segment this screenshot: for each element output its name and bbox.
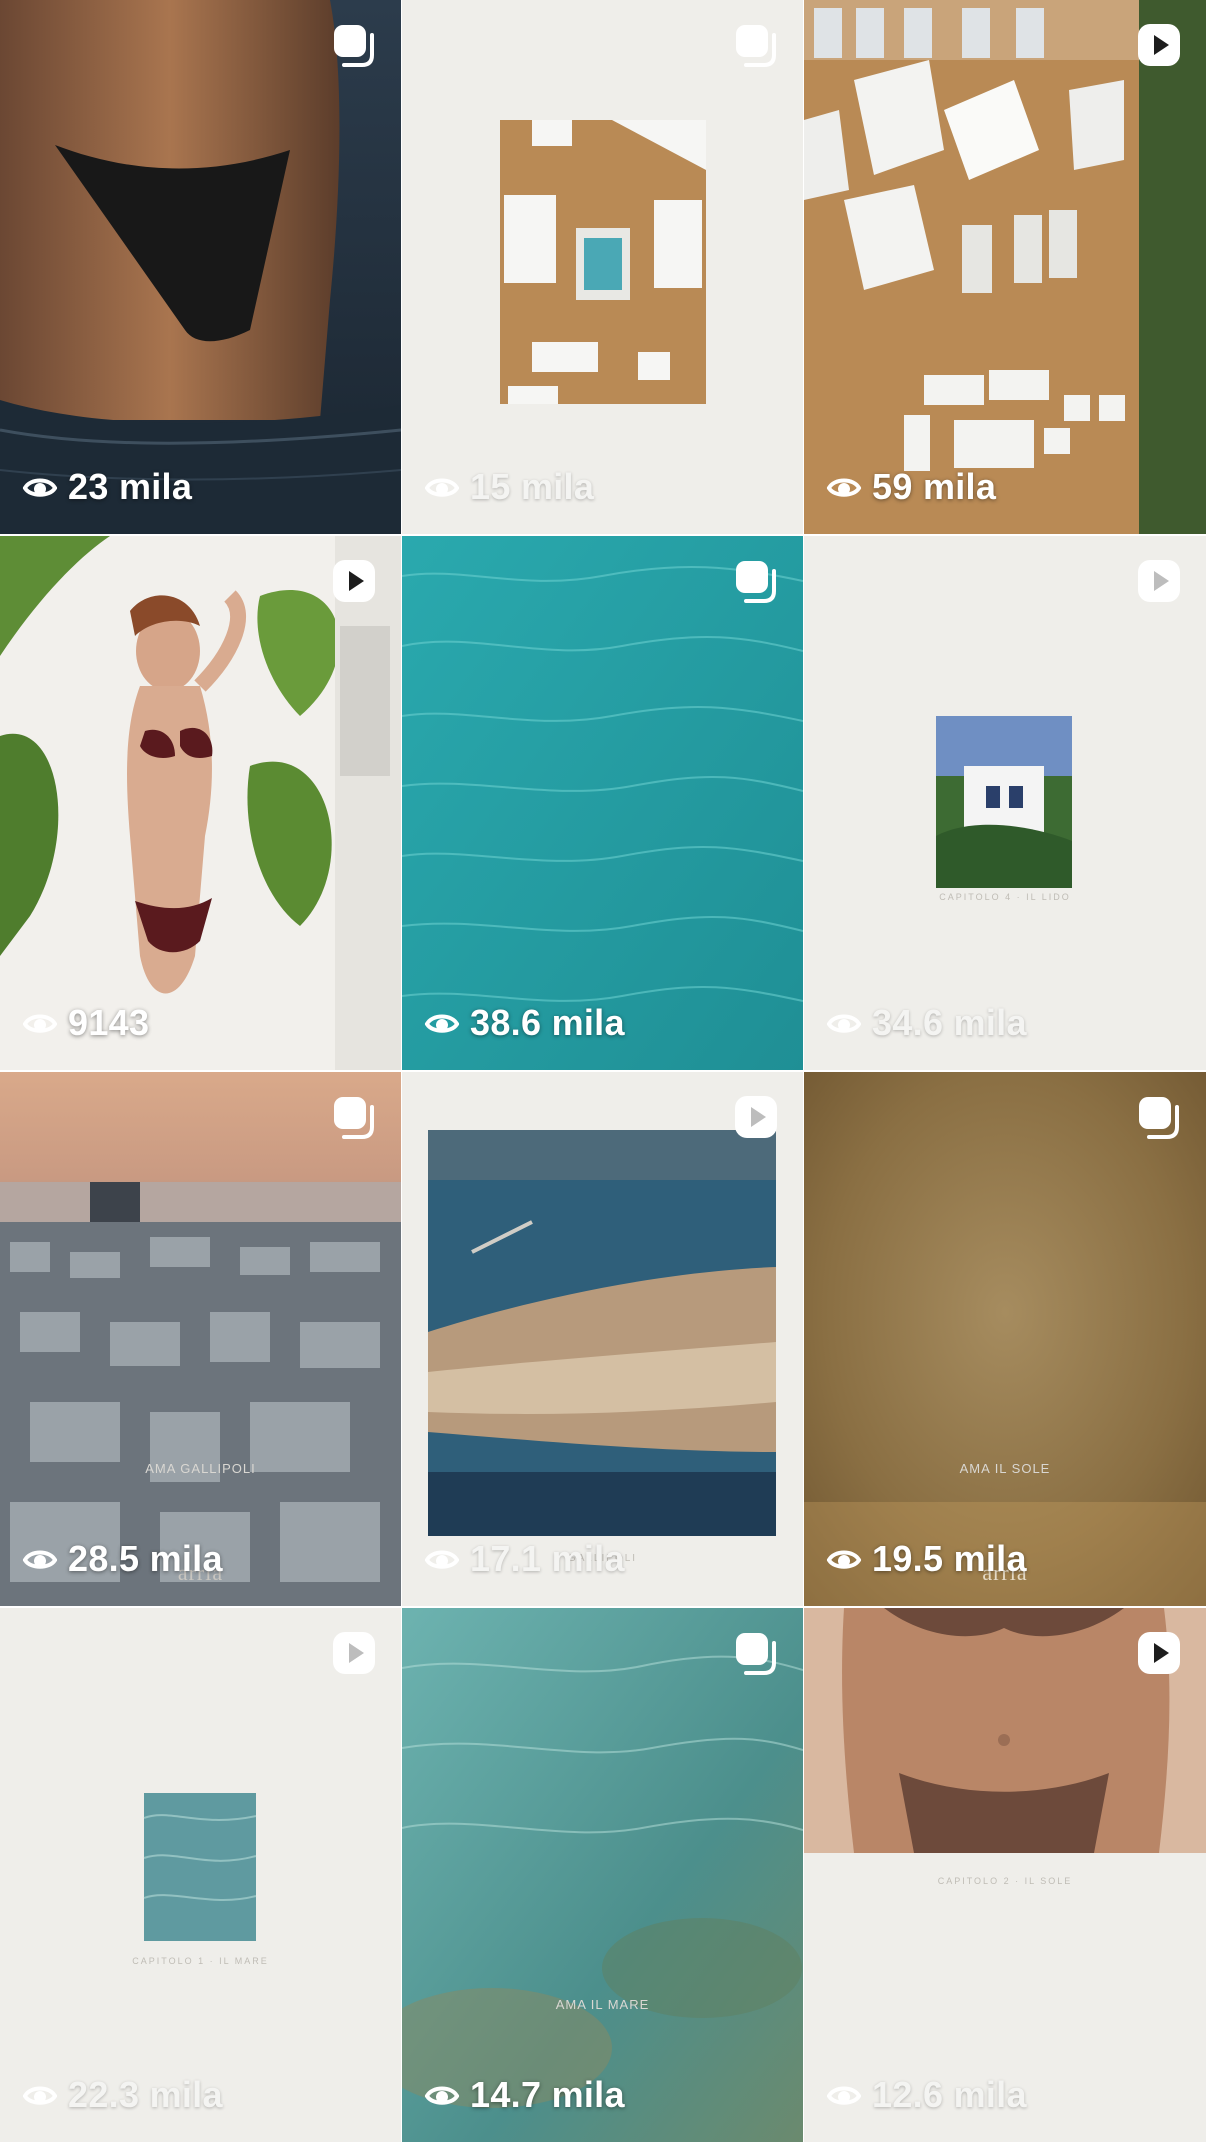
grid-post-7[interactable]: AMA GALLIPOLI arria 28.5 mila xyxy=(0,1072,401,1606)
eye-icon xyxy=(826,2077,862,2113)
eye-icon xyxy=(22,2077,58,2113)
reel-play-icon xyxy=(733,1094,779,1140)
view-count: 22.3 mila xyxy=(22,2074,223,2116)
view-count: 28.5 mila xyxy=(22,1538,223,1580)
post-12-image xyxy=(804,1608,1206,2142)
post-2-image xyxy=(402,0,803,534)
view-count-label: 23 mila xyxy=(68,466,193,507)
view-count: 14.7 mila xyxy=(424,2074,625,2116)
view-count: 59 mila xyxy=(826,466,996,508)
post-caption: AMA IL SOLE xyxy=(959,1461,1051,1476)
grid-post-6[interactable]: CAPITOLO 4 · IL LIDO 34.6 mila xyxy=(804,536,1206,1070)
eye-icon xyxy=(22,469,58,505)
post-caption: CAPITOLO 1 · IL MARE xyxy=(132,1956,269,1966)
view-count: 23 mila xyxy=(22,466,192,508)
view-count: 12.6 mila xyxy=(826,2074,1027,2116)
eye-icon xyxy=(22,1005,58,1041)
carousel-icon xyxy=(733,1630,779,1676)
post-6-image xyxy=(804,536,1206,1070)
eye-icon xyxy=(424,2077,460,2113)
view-count-label: 12.6 mila xyxy=(872,2074,1027,2115)
post-caption: AMA IL MARE xyxy=(555,1997,650,2012)
reel-play-icon xyxy=(1136,558,1182,604)
view-count: 34.6 mila xyxy=(826,1002,1027,1044)
view-count-label: 15 mila xyxy=(470,466,595,507)
post-caption: CAPITOLO 2 · IL SOLE xyxy=(937,1876,1073,1886)
profile-grid: 23 mila 15 mila 59 mila 9143 38.6 mila C… xyxy=(0,0,1206,2142)
carousel-icon xyxy=(1136,1094,1182,1140)
post-7-image xyxy=(0,1072,401,1606)
grid-post-5[interactable]: 38.6 mila xyxy=(402,536,803,1070)
post-caption: AMA GALLIPOLI xyxy=(145,1461,256,1476)
post-9-image xyxy=(804,1072,1206,1606)
grid-post-3[interactable]: 59 mila xyxy=(804,0,1206,534)
view-count: 17.1 mila xyxy=(424,1538,625,1580)
post-3-image xyxy=(804,0,1206,534)
carousel-icon xyxy=(733,22,779,68)
view-count: 38.6 mila xyxy=(424,1002,625,1044)
view-count-label: 59 mila xyxy=(872,466,997,507)
eye-icon xyxy=(826,1541,862,1577)
view-count-label: 38.6 mila xyxy=(470,1002,625,1043)
grid-post-10[interactable]: CAPITOLO 1 · IL MARE 22.3 mila xyxy=(0,1608,401,2142)
eye-icon xyxy=(22,1541,58,1577)
grid-post-12[interactable]: CAPITOLO 2 · IL SOLE 12.6 mila xyxy=(804,1608,1206,2142)
reel-play-icon xyxy=(331,558,377,604)
grid-post-2[interactable]: 15 mila xyxy=(402,0,803,534)
view-count-label: 17.1 mila xyxy=(470,1538,625,1579)
post-10-image xyxy=(0,1608,401,2142)
eye-icon xyxy=(424,1005,460,1041)
eye-icon xyxy=(424,469,460,505)
view-count: 19.5 mila xyxy=(826,1538,1027,1580)
view-count-label: 19.5 mila xyxy=(872,1538,1027,1579)
eye-icon xyxy=(826,1005,862,1041)
view-count-label: 14.7 mila xyxy=(470,2074,625,2115)
reel-play-icon xyxy=(1136,1630,1182,1676)
grid-post-1[interactable]: 23 mila xyxy=(0,0,401,534)
grid-post-9[interactable]: AMA IL SOLE arria 19.5 mila xyxy=(804,1072,1206,1606)
grid-post-11[interactable]: AMA IL MARE 14.7 mila xyxy=(402,1608,803,2142)
grid-post-4[interactable]: 9143 xyxy=(0,536,401,1070)
post-11-image xyxy=(402,1608,803,2142)
post-caption: CAPITOLO 4 · IL LIDO xyxy=(939,892,1071,902)
view-count-label: 9143 xyxy=(68,1002,150,1043)
post-5-image xyxy=(402,536,803,1070)
post-4-image xyxy=(0,536,401,1070)
view-count-label: 22.3 mila xyxy=(68,2074,223,2115)
post-1-image xyxy=(0,0,401,534)
reel-play-icon xyxy=(1136,22,1182,68)
view-count-label: 34.6 mila xyxy=(872,1002,1027,1043)
eye-icon xyxy=(424,1541,460,1577)
carousel-icon xyxy=(331,22,377,68)
eye-icon xyxy=(826,469,862,505)
view-count: 15 mila xyxy=(424,466,594,508)
carousel-icon xyxy=(331,1094,377,1140)
carousel-icon xyxy=(733,558,779,604)
grid-post-8[interactable]: GALLIPOLI 17.1 mila xyxy=(402,1072,803,1606)
view-count: 9143 xyxy=(22,1002,149,1044)
view-count-label: 28.5 mila xyxy=(68,1538,223,1579)
post-8-image xyxy=(402,1072,803,1606)
reel-play-icon xyxy=(331,1630,377,1676)
